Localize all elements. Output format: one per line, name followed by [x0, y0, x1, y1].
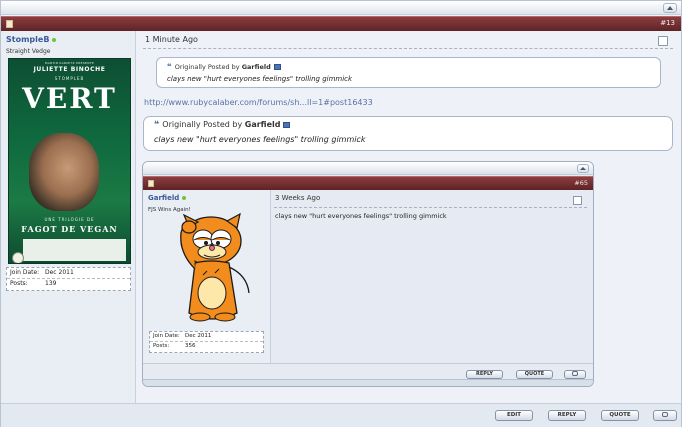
user-avatar[interactable]: MARTIN KARMITZ PRESENTE JULIETTE BINOCHE…	[8, 58, 131, 264]
avatar-subtitle: STOMPLEB	[54, 76, 85, 81]
quote-text: clays new "hurt everyones feelings" trol…	[167, 75, 353, 83]
divider	[274, 207, 587, 208]
post-icon	[148, 180, 154, 187]
avatar-title: VERT	[22, 82, 117, 115]
edit-button[interactable]: EDIT	[495, 410, 533, 421]
post-timestamp: 1 Minute Ago	[145, 35, 198, 44]
user-stats: Join Date: Dec 2011 Posts: 356	[149, 331, 264, 353]
post-header: #13	[1, 16, 681, 31]
reply-button[interactable]: REPLY	[466, 370, 503, 379]
user-info-column: StompleB Straight Vedge MARTIN KARMITZ P…	[1, 31, 136, 403]
quote-box: ❝ Originally Posted by Garfield clays new…	[156, 57, 661, 88]
online-status-icon	[52, 37, 57, 42]
post-top-strip	[1, 1, 681, 15]
quote-button[interactable]: QUOTE	[516, 370, 553, 379]
post-message: clays new "hurt everyones feelings" trol…	[275, 212, 447, 220]
avatar-bottom-line: UNE TRILOGIE DE	[44, 217, 95, 222]
quote-mark-icon: ❝	[154, 120, 160, 130]
report-post-icon[interactable]	[658, 36, 668, 46]
avatar-top-line: MARTIN KARMITZ PRESENTE	[44, 61, 95, 65]
embedded-post-header: #65	[143, 176, 593, 190]
multi-quote-button[interactable]	[564, 370, 586, 379]
avatar-seal-icon	[12, 252, 24, 263]
stat-row: Join Date: Dec 2011	[7, 268, 130, 279]
garfield-avatar[interactable]	[167, 213, 262, 326]
online-status-icon	[182, 196, 187, 200]
embedded-post-bottom-strip	[143, 379, 593, 386]
avatar-credits-block	[23, 239, 126, 261]
report-post-icon[interactable]	[573, 196, 582, 205]
stat-row: Posts: 356	[153, 343, 196, 349]
collapse-up-icon[interactable]	[663, 3, 677, 13]
reply-button[interactable]: REPLY	[548, 410, 586, 421]
post-link[interactable]: http://www.rubycalaber.com/forums/sh...l…	[144, 98, 373, 107]
stat-row: Posts: 139	[10, 280, 57, 287]
user-stats: Join Date: Dec 2011 Posts: 139	[6, 267, 131, 291]
quote-mark-icon: ❝	[167, 62, 172, 71]
multi-quote-button[interactable]	[653, 410, 677, 421]
avatar-actor: JULIETTE BINOCHE	[33, 66, 106, 73]
avatar-bottom-title: FAGOT DE VEGAN	[21, 224, 118, 234]
divider	[143, 48, 673, 49]
post-number-link[interactable]: #13	[660, 19, 675, 27]
embedded-post-top-strip	[143, 162, 593, 175]
quote-author: Garfield	[241, 63, 271, 71]
post-number-link[interactable]: #65	[574, 179, 588, 187]
multi-quote-icon	[662, 412, 668, 417]
quote-box: ❝ Originally Posted by Garfield clays new…	[143, 116, 673, 151]
view-post-icon[interactable]	[283, 121, 291, 128]
user-title: Straight Vedge	[6, 48, 51, 55]
username-link[interactable]: StompleB	[6, 35, 49, 44]
username-link[interactable]: Garfield	[148, 194, 179, 202]
post-container: #13 StompleB Straight Vedge MARTIN KARMI…	[0, 0, 682, 427]
embedded-post: #65 Garfield FJS Wins Again! Join Date: …	[142, 161, 594, 387]
embedded-user-column: Garfield FJS Wins Again! Join Date: Dec …	[143, 190, 271, 363]
stat-row: Join Date: Dec 2011	[150, 332, 263, 342]
quote-author: Garfield	[244, 120, 281, 129]
post-footer: EDIT REPLY QUOTE	[1, 403, 681, 427]
quote-text: clays new "hurt everyones feelings" trol…	[154, 135, 366, 144]
post-timestamp: 3 Weeks Ago	[275, 194, 321, 202]
post-icon	[6, 20, 13, 28]
quote-button[interactable]: QUOTE	[601, 410, 639, 421]
multi-quote-icon	[572, 371, 578, 376]
collapse-up-icon[interactable]	[577, 164, 589, 173]
view-post-icon[interactable]	[273, 64, 281, 70]
avatar-portrait	[29, 133, 99, 211]
